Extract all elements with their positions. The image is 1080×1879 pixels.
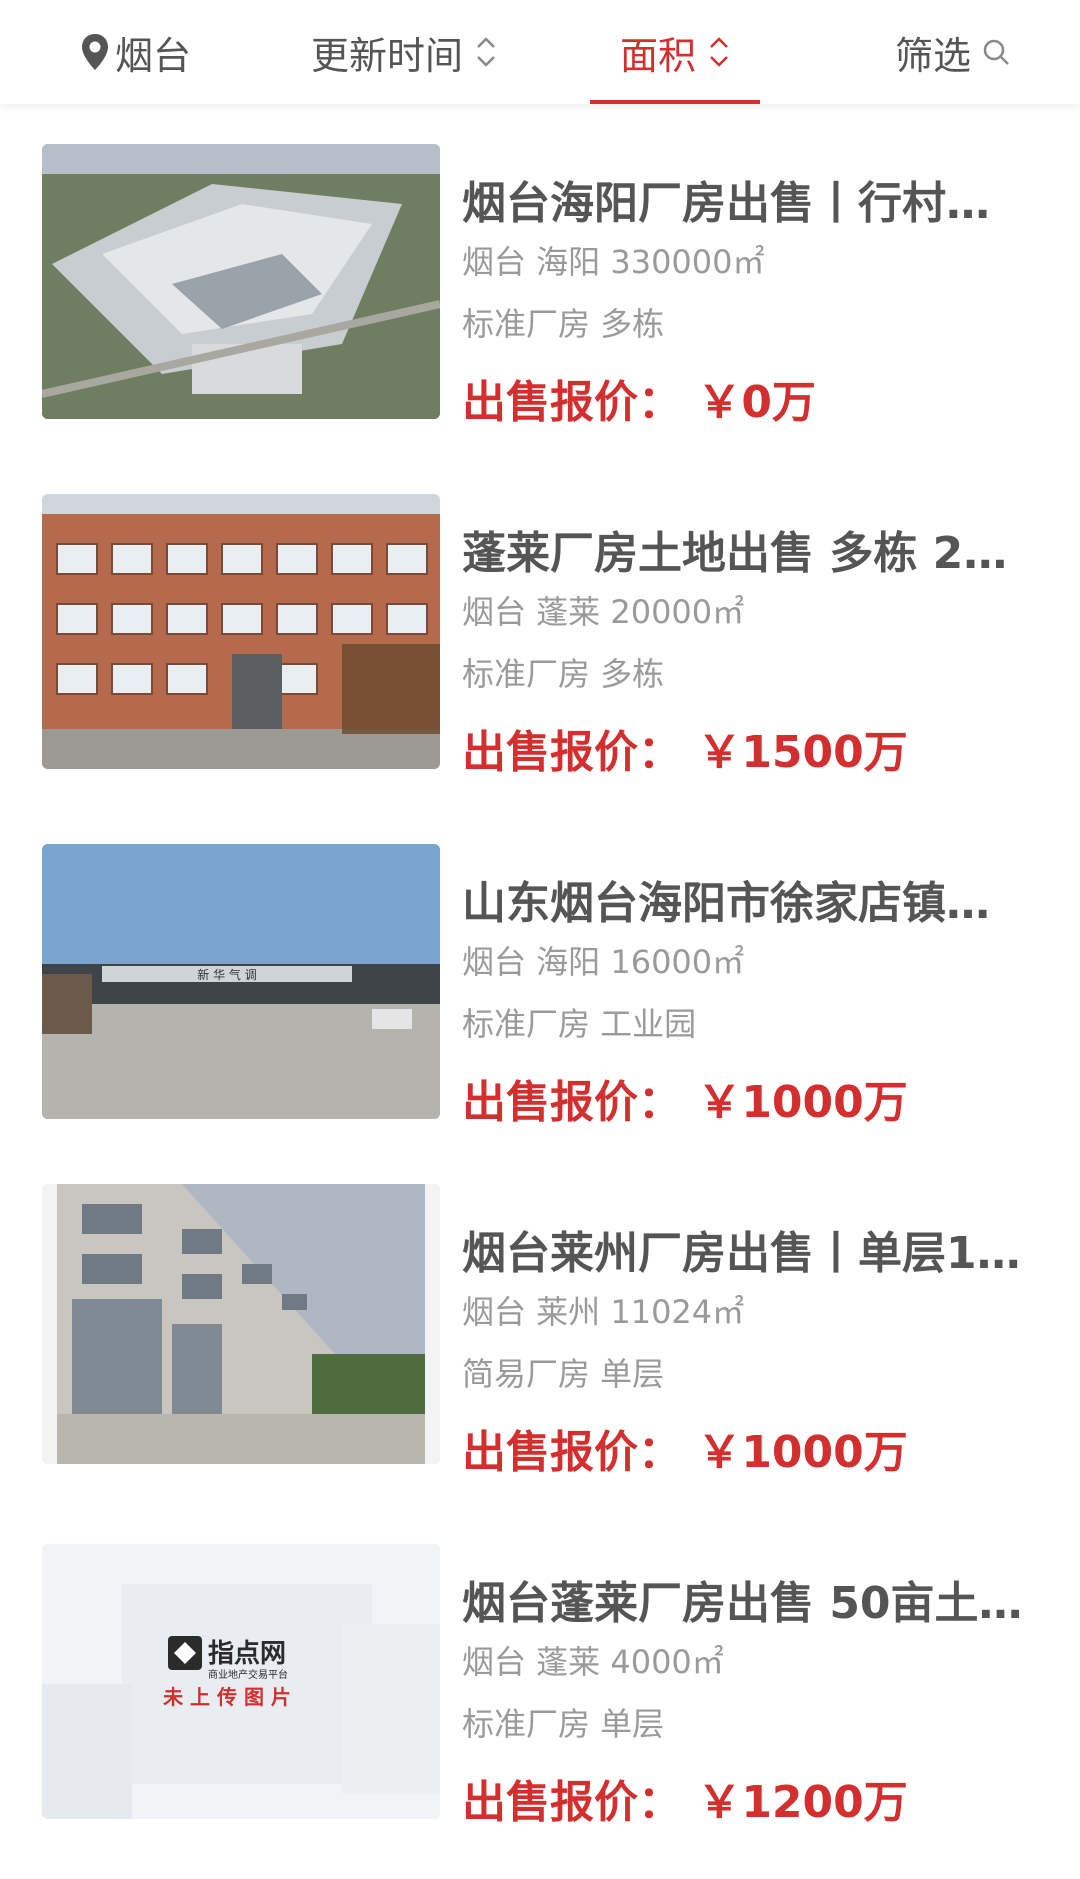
filter-bar: 烟台 更新时间 面积 筛选 — [0, 0, 1080, 104]
listing-card[interactable]: 烟台莱州厂房出售丨单层1… 烟台 莱州 11024㎡ 简易厂房 单层 出售报价：… — [0, 1179, 1080, 1529]
listing-tags: 标准厂房 多栋 — [462, 655, 665, 693]
tab-area[interactable]: 面积 — [590, 0, 760, 104]
listing-thumbnail[interactable]: 新 华 气 调 — [42, 844, 440, 1119]
factory-sign-text: 新 华 气 调 — [197, 967, 256, 982]
listing-location-area: 烟台 蓬莱 4000㎡ — [462, 1643, 724, 1681]
factory-aerial-image — [42, 144, 440, 419]
listing-tags: 标准厂房 工业园 — [462, 1005, 697, 1043]
no-image-placeholder: 指点网 商业地产交易平台 未 上 传 图 片 — [42, 1544, 440, 1819]
tab-location[interactable]: 烟台 — [40, 0, 230, 104]
listing-tags: 简易厂房 单层 — [462, 1355, 665, 1393]
listing-card[interactable]: 指点网 商业地产交易平台 未 上 传 图 片 烟台蓬莱厂房出售 50亩土… 烟台… — [0, 1529, 1080, 1879]
listing-tags: 标准厂房 多栋 — [462, 305, 665, 343]
listing-title[interactable]: 烟台海阳厂房出售丨行村… — [462, 167, 1042, 231]
area-label: 面积 — [619, 33, 696, 78]
listing-thumbnail[interactable] — [42, 144, 440, 419]
listing-thumbnail[interactable] — [42, 1184, 440, 1464]
sort-chevron-icon — [710, 37, 728, 67]
listing-title[interactable]: 烟台蓬莱厂房出售 50亩土… — [462, 1567, 1042, 1631]
listing-card[interactable]: 烟台海阳厂房出售丨行村… 烟台 海阳 330000㎡ 标准厂房 多栋 出售报价：… — [0, 129, 1080, 479]
listing-title[interactable]: 蓬莱厂房土地出售 多栋 2… — [462, 517, 1042, 581]
listing-price: 出售报价： ￥1000万 — [462, 1427, 908, 1478]
factory-yard-image: 新 华 气 调 — [42, 844, 440, 1119]
location-label: 烟台 — [114, 33, 191, 78]
listing-title[interactable]: 山东烟台海阳市徐家店镇… — [462, 867, 1042, 931]
listing-thumbnail[interactable] — [42, 494, 440, 769]
placeholder-logo-subtitle: 商业地产交易平台 — [208, 1668, 288, 1681]
listing-price: 出售报价： ￥1000万 — [462, 1077, 908, 1128]
location-pin-icon — [81, 34, 108, 70]
filter-label: 筛选 — [894, 33, 971, 78]
listing-location-area: 烟台 莱州 11024㎡ — [462, 1293, 745, 1331]
active-tab-underline — [590, 100, 760, 104]
placeholder-no-image-text: 未 上 传 图 片 — [163, 1685, 291, 1709]
zhidian-logo-icon — [168, 1636, 202, 1670]
tab-update-time[interactable]: 更新时间 — [286, 0, 522, 104]
tab-filter[interactable]: 筛选 — [868, 0, 1038, 104]
listing-location-area: 烟台 海阳 330000㎡ — [462, 243, 765, 281]
listing-card[interactable]: 新 华 气 调 山东烟台海阳市徐家店镇… 烟台 海阳 16000㎡ 标准厂房 工… — [0, 829, 1080, 1179]
listing-title[interactable]: 烟台莱州厂房出售丨单层1… — [462, 1217, 1042, 1281]
sort-chevron-icon — [477, 37, 495, 67]
factory-building-image — [42, 494, 440, 769]
listing-price: 出售报价： ￥1200万 — [462, 1777, 908, 1828]
listing-price: 出售报价： ￥0万 — [462, 377, 816, 428]
listing-thumbnail[interactable]: 指点网 商业地产交易平台 未 上 传 图 片 — [42, 1544, 440, 1819]
listing-tags: 标准厂房 单层 — [462, 1705, 665, 1743]
factory-warehouse-image — [42, 1184, 440, 1464]
listing-location-area: 烟台 蓬莱 20000㎡ — [462, 593, 745, 631]
placeholder-logo-text: 指点网 — [208, 1638, 286, 1669]
search-icon — [983, 39, 1009, 65]
listing-price: 出售报价： ￥1500万 — [462, 727, 908, 778]
listing-card[interactable]: 蓬莱厂房土地出售 多栋 2… 烟台 蓬莱 20000㎡ 标准厂房 多栋 出售报价… — [0, 479, 1080, 829]
update-time-label: 更新时间 — [310, 33, 463, 78]
listing-location-area: 烟台 海阳 16000㎡ — [462, 943, 745, 981]
